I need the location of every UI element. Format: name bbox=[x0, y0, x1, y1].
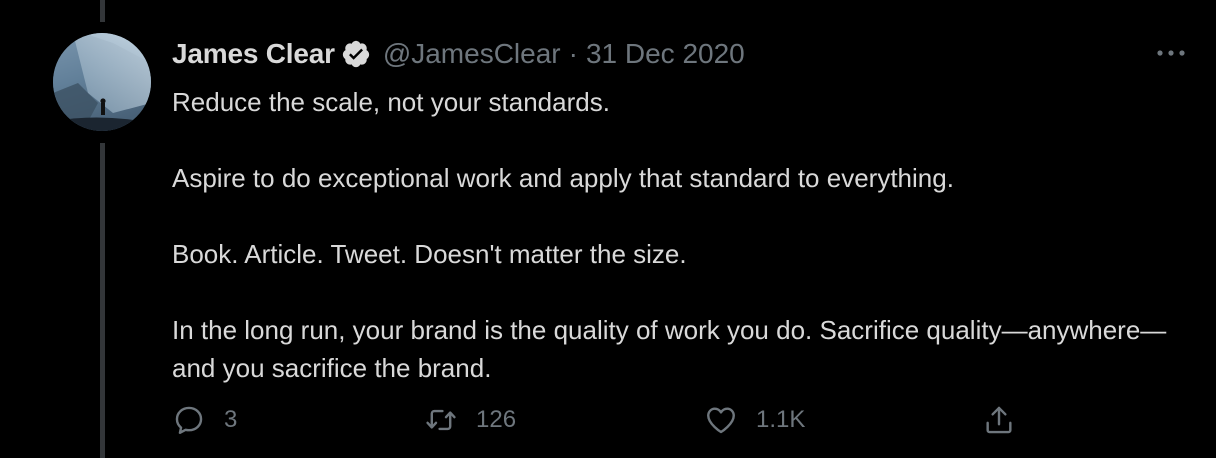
tweet-paragraph: Reduce the scale, not your standards. bbox=[172, 87, 610, 117]
like-count: 1.1K bbox=[756, 406, 806, 433]
more-icon[interactable] bbox=[1154, 38, 1188, 68]
reply-button[interactable]: 3 bbox=[172, 400, 237, 440]
retweet-button[interactable]: 126 bbox=[424, 400, 516, 440]
reply-count: 3 bbox=[224, 406, 238, 433]
retweet-icon bbox=[426, 409, 456, 431]
tweet-paragraph: Aspire to do exceptional work and apply … bbox=[172, 163, 954, 193]
author-handle[interactable]: @JamesClear bbox=[383, 38, 561, 70]
retweet-count: 126 bbox=[476, 406, 517, 433]
author-name[interactable]: James Clear bbox=[172, 38, 335, 70]
like-button[interactable]: 1.1K bbox=[704, 400, 805, 440]
share-icon bbox=[986, 406, 1012, 434]
thread-line-bottom bbox=[100, 143, 105, 458]
thread-line-top bbox=[100, 0, 105, 22]
verified-badge-icon bbox=[342, 40, 369, 68]
reply-icon bbox=[175, 406, 203, 434]
tweet-paragraph: In the long run, your brand is the quali… bbox=[172, 315, 1167, 383]
tweet-date[interactable]: 31 Dec 2020 bbox=[586, 38, 745, 70]
like-icon bbox=[707, 407, 735, 434]
tweet-text: Reduce the scale, not your standards. As… bbox=[172, 83, 1182, 387]
share-button[interactable] bbox=[982, 400, 1016, 440]
avatar[interactable] bbox=[53, 33, 151, 131]
tweet-header: James Clear @JamesClear · 31 Dec 2020 bbox=[172, 34, 745, 74]
header-separator: · bbox=[568, 38, 578, 69]
tweet-paragraph: Book. Article. Tweet. Doesn't matter the… bbox=[172, 239, 687, 269]
tweet-actions: 3 126 1.1K bbox=[172, 400, 1032, 440]
